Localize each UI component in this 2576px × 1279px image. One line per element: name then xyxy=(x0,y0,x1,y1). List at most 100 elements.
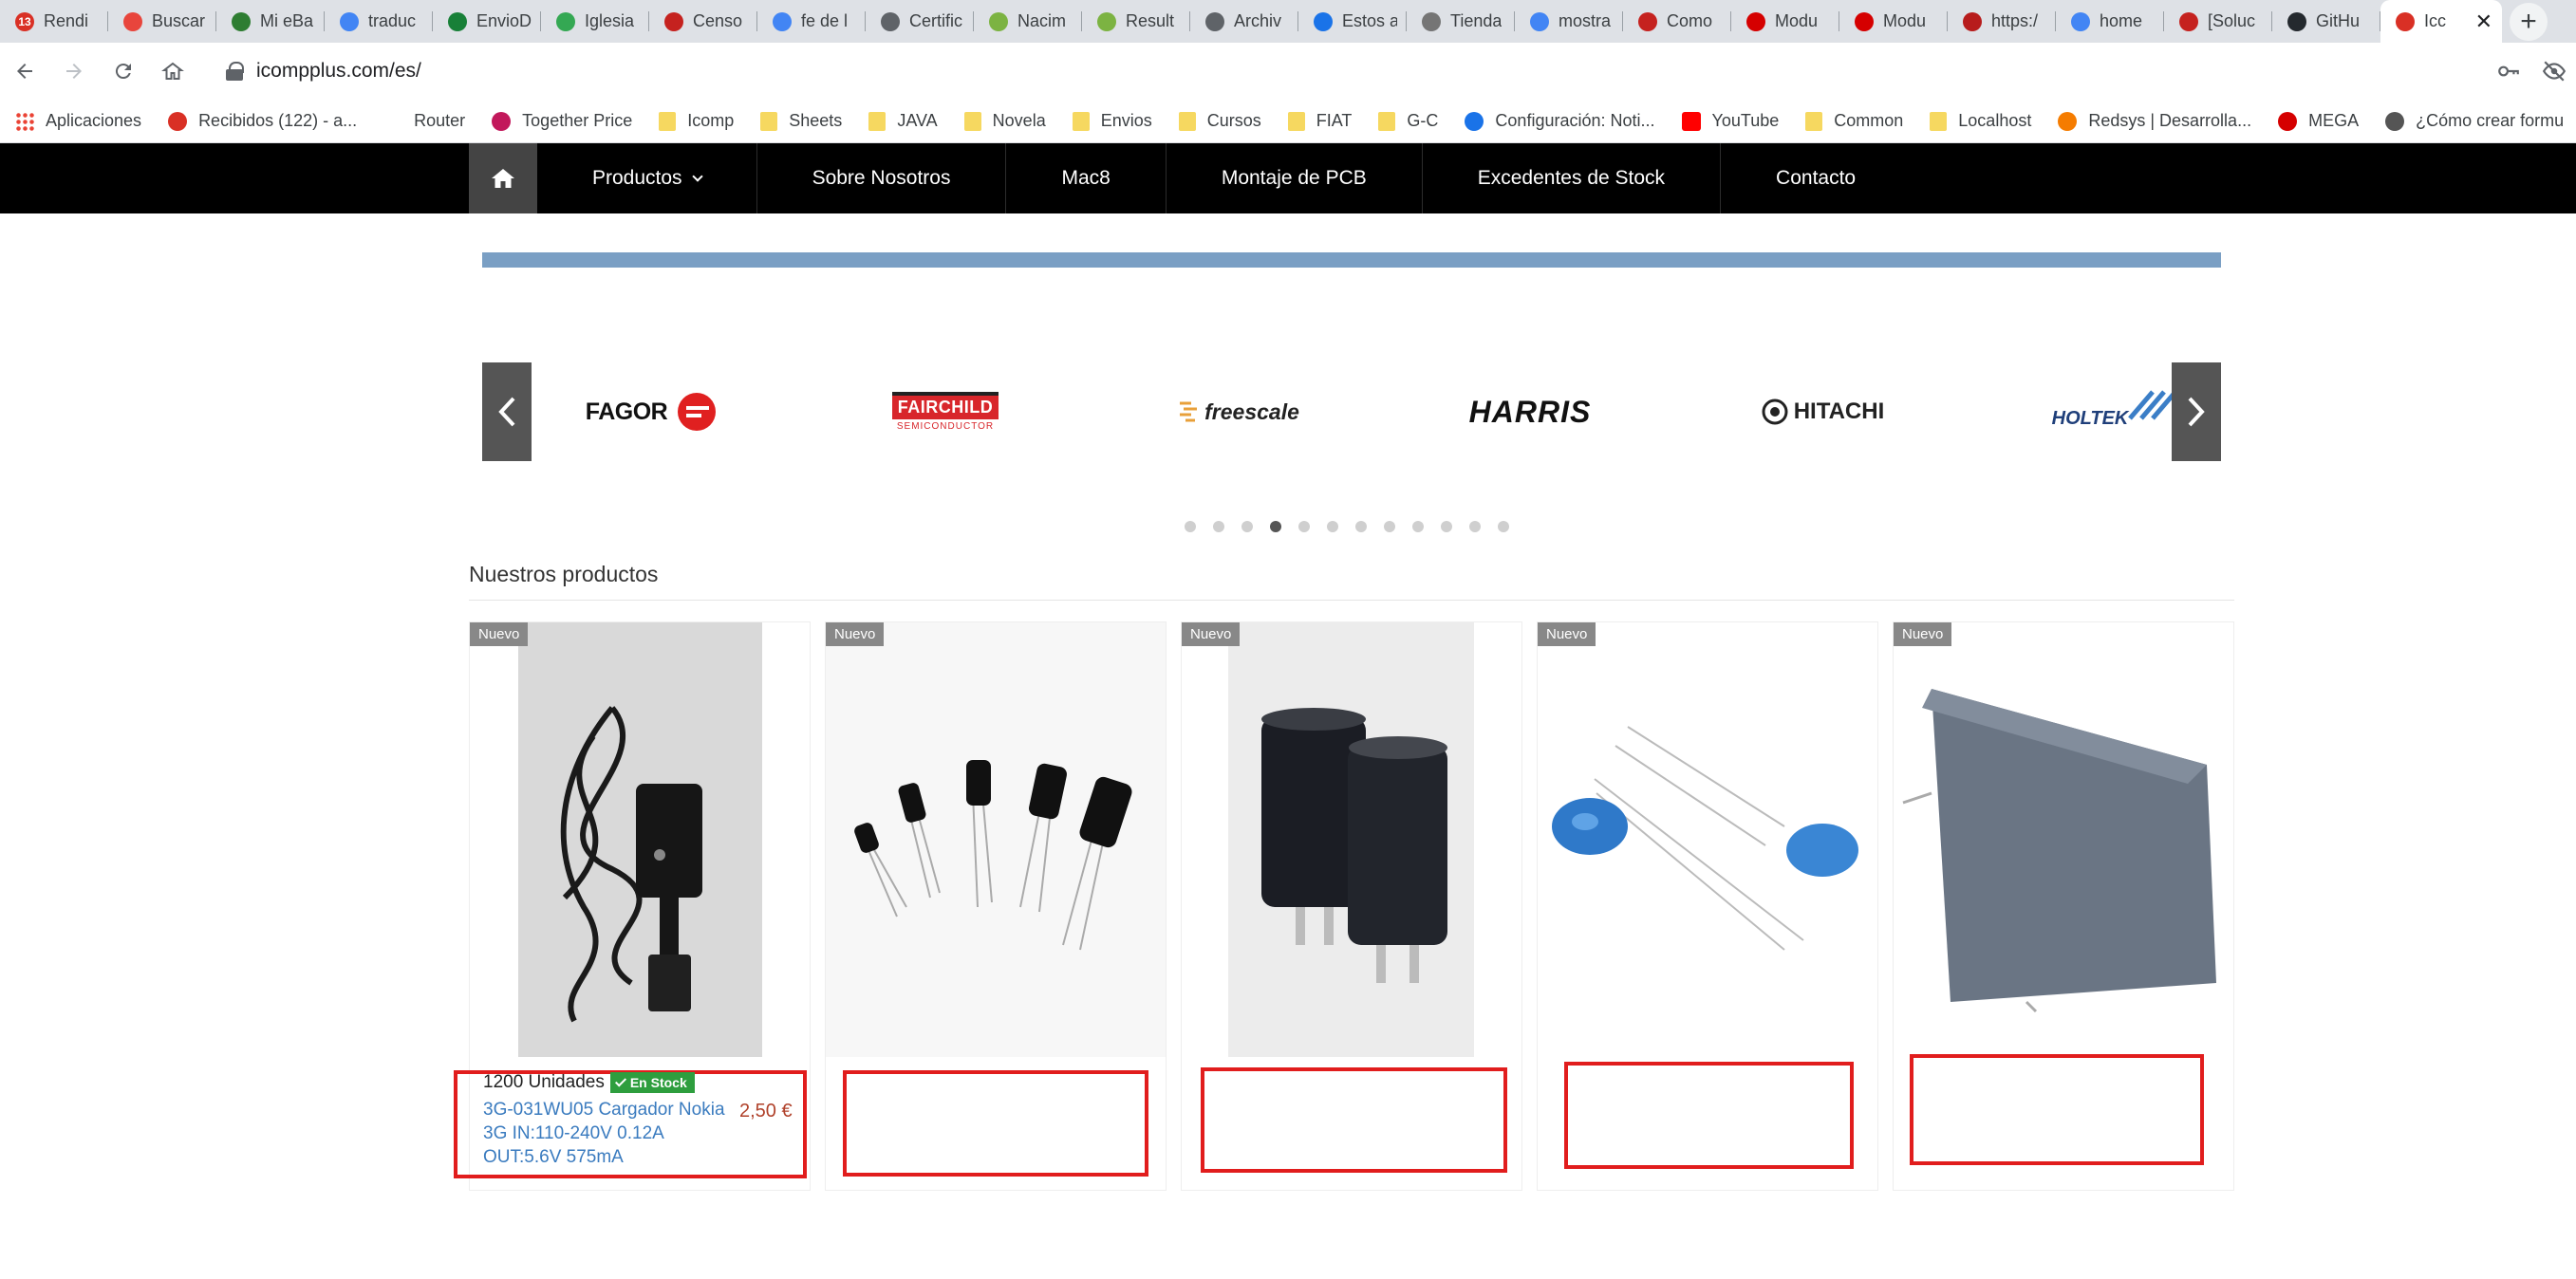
carousel-dot[interactable] xyxy=(1270,521,1281,532)
browser-tab[interactable]: Modu xyxy=(1731,0,1839,43)
close-icon[interactable]: ✕ xyxy=(2470,9,2492,34)
url-bar[interactable]: icompplus.com/es/ xyxy=(207,50,2434,92)
browser-tab[interactable]: Certific xyxy=(866,0,974,43)
bookmark-label: Cursos xyxy=(1206,111,1261,130)
tab-favicon-icon xyxy=(664,11,683,31)
nav-excedentes-stock[interactable]: Excedentes de Stock xyxy=(1423,143,1722,213)
carousel-dot[interactable] xyxy=(1185,521,1196,532)
carousel-dot[interactable] xyxy=(1412,521,1424,532)
tab-favicon-icon xyxy=(2287,11,2306,31)
bookmark-item[interactable]: Envios xyxy=(1072,111,1152,131)
browser-tab[interactable]: Result xyxy=(1082,0,1190,43)
browser-tab[interactable]: traduc xyxy=(325,0,433,43)
carousel-dot[interactable] xyxy=(1213,521,1224,532)
browser-tab[interactable]: Censo xyxy=(649,0,757,43)
browser-tab[interactable]: Archiv xyxy=(1190,0,1298,43)
eye-off-icon[interactable] xyxy=(2542,59,2567,83)
bookmark-item[interactable]: Aplicaciones xyxy=(15,111,141,131)
browser-tab[interactable]: mostra xyxy=(1515,0,1623,43)
highlight-box xyxy=(843,1070,1148,1177)
carousel-dot[interactable] xyxy=(1241,521,1253,532)
browser-tab[interactable]: Nacim xyxy=(974,0,1082,43)
browser-tab-active[interactable]: Icc ✕ xyxy=(2380,0,2502,43)
brand-logo-harris[interactable]: HARRIS xyxy=(1426,362,1634,461)
browser-tab[interactable]: Iglesia xyxy=(541,0,649,43)
bookmark-label: Common xyxy=(1834,111,1904,130)
carousel-dot[interactable] xyxy=(1498,521,1509,532)
nav-contacto[interactable]: Contacto xyxy=(1721,143,1911,213)
carousel-dot[interactable] xyxy=(1355,521,1367,532)
browser-tab[interactable]: Mi eBa xyxy=(216,0,325,43)
gear-icon xyxy=(1465,111,1484,131)
browser-tab[interactable]: Tienda xyxy=(1407,0,1515,43)
highlight-box xyxy=(1910,1054,2204,1165)
new-badge: Nuevo xyxy=(1538,622,1596,646)
bookmark-label: G-C xyxy=(1407,111,1439,130)
bookmark-item[interactable]: Localhost xyxy=(1930,111,2031,131)
bookmark-item[interactable]: Router xyxy=(383,111,465,131)
home-button[interactable] xyxy=(148,46,197,96)
site-home-button[interactable] xyxy=(469,143,537,213)
product-name-link[interactable]: 3G-031WU05 Cargador Nokia 3G IN:110-240V… xyxy=(483,1098,739,1169)
new-badge: Nuevo xyxy=(470,622,529,646)
bookmark-item[interactable]: YouTube xyxy=(1681,111,1779,131)
browser-tab[interactable]: home xyxy=(2056,0,2164,43)
nav-sobre-nosotros[interactable]: Sobre Nosotros xyxy=(757,143,1007,213)
bookmark-item[interactable]: Redsys | Desarrolla... xyxy=(2058,111,2251,131)
bookmark-item[interactable]: ¿Cómo crear formu xyxy=(2385,111,2564,131)
brand-logo-freescale[interactable]: freescale xyxy=(1133,362,1342,461)
carousel-prev-button[interactable] xyxy=(482,362,532,461)
browser-tab[interactable]: EnvioD xyxy=(433,0,541,43)
bookmark-item[interactable]: Novela xyxy=(963,111,1046,131)
folder-icon xyxy=(1072,111,1090,131)
browser-tab[interactable]: 13 Rendi xyxy=(0,0,108,43)
bookmark-item[interactable]: MEGA xyxy=(2278,111,2359,131)
browser-tab[interactable]: GitHu xyxy=(2272,0,2380,43)
bookmark-item[interactable]: G-C xyxy=(1378,111,1438,131)
bookmark-item[interactable]: Sheets xyxy=(760,111,842,131)
folder-icon xyxy=(1930,111,1948,131)
browser-tab[interactable]: Modu xyxy=(1839,0,1948,43)
bookmark-label: Icomp xyxy=(687,111,735,130)
bookmark-item[interactable]: FIAT xyxy=(1287,111,1352,131)
tab-favicon-icon xyxy=(1314,11,1333,31)
bookmark-item[interactable]: Configuración: Noti... xyxy=(1465,111,1655,131)
browser-tab[interactable]: Como xyxy=(1623,0,1731,43)
browser-tab[interactable]: Estos a xyxy=(1298,0,1407,43)
tab-favicon-icon xyxy=(1855,11,1874,31)
back-button[interactable] xyxy=(0,46,49,96)
nav-productos[interactable]: Productos xyxy=(537,143,757,213)
reload-button[interactable] xyxy=(99,46,148,96)
bookmark-item[interactable]: Cursos xyxy=(1178,111,1261,131)
bookmark-item[interactable]: Icomp xyxy=(659,111,734,131)
carousel-next-button[interactable] xyxy=(2172,362,2221,461)
carousel-dot[interactable] xyxy=(1469,521,1481,532)
browser-tab[interactable]: https:/ xyxy=(1948,0,2056,43)
carousel-dot[interactable] xyxy=(1441,521,1452,532)
brand-logo-hitachi[interactable]: HITACHI xyxy=(1718,362,1927,461)
new-tab-button[interactable]: + xyxy=(2510,3,2548,41)
bookmark-item[interactable]: Together Price xyxy=(492,111,632,131)
hitachi-mark-icon xyxy=(1762,399,1788,425)
browser-tab[interactable]: [Soluc xyxy=(2164,0,2272,43)
brand-logo-fairchild[interactable]: FAIRCHILD SEMICONDUCTOR xyxy=(841,362,1050,461)
brand-logo-fagor[interactable]: FAGOR xyxy=(549,362,757,461)
arrow-left-icon xyxy=(17,64,32,79)
tab-favicon-icon xyxy=(881,11,900,31)
carousel-dot[interactable] xyxy=(1384,521,1395,532)
tab-title: Modu xyxy=(1775,11,1819,30)
browser-tab[interactable]: fe de l xyxy=(757,0,866,43)
bookmark-item[interactable]: JAVA xyxy=(868,111,938,131)
key-icon[interactable] xyxy=(2496,59,2521,83)
nav-montaje-pcb[interactable]: Montaje de PCB xyxy=(1167,143,1423,213)
url-text: icompplus.com/es/ xyxy=(256,60,421,82)
carousel-dot[interactable] xyxy=(1298,521,1310,532)
carousel-dot[interactable] xyxy=(1327,521,1338,532)
browser-toolbar: icompplus.com/es/ xyxy=(0,43,2576,100)
folder-icon xyxy=(1805,111,1823,131)
forward-button[interactable] xyxy=(49,46,99,96)
bookmark-item[interactable]: Recibidos (122) - a... xyxy=(168,111,357,131)
nav-mac8[interactable]: Mac8 xyxy=(1006,143,1167,213)
bookmark-item[interactable]: Common xyxy=(1805,111,1903,131)
browser-tab[interactable]: Buscar xyxy=(108,0,216,43)
